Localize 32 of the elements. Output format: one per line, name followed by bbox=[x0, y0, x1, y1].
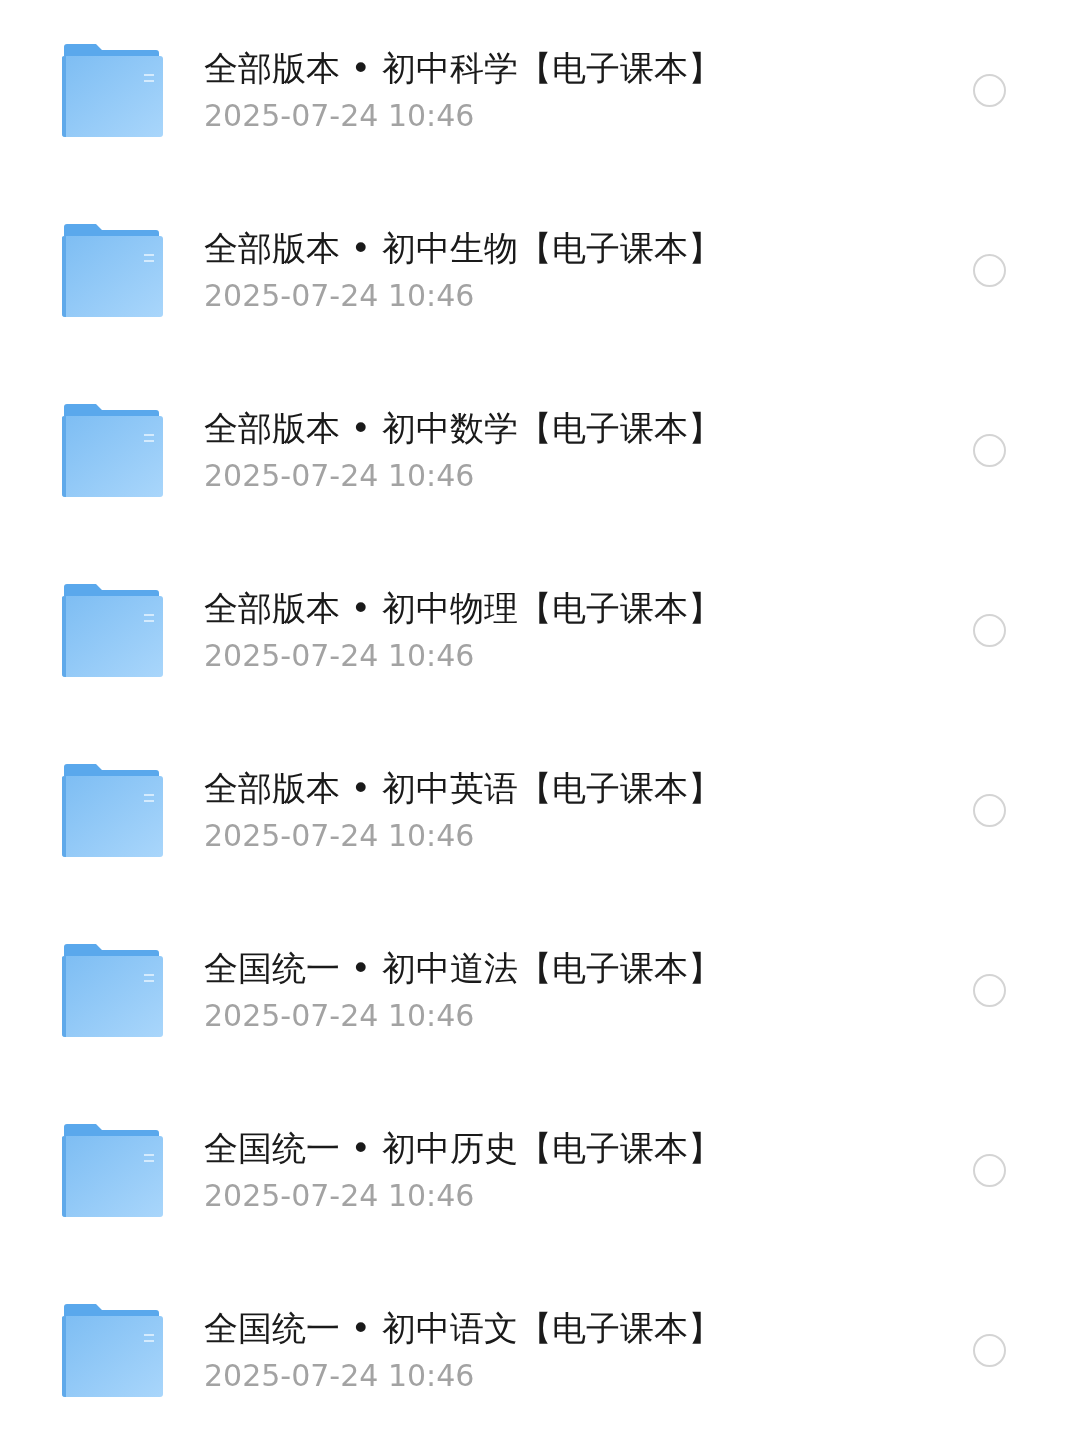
select-radio[interactable] bbox=[973, 973, 1006, 1007]
modified-date: 2025-07-24 10:46 bbox=[204, 818, 476, 854]
folder-icon bbox=[62, 223, 164, 317]
folder-name: 全部版本 • 初中科学【电子课本】 bbox=[204, 47, 723, 90]
select-radio[interactable] bbox=[973, 793, 1006, 827]
select-radio[interactable] bbox=[973, 1333, 1006, 1367]
folder-icon bbox=[62, 403, 164, 497]
folder-icon bbox=[62, 1123, 164, 1217]
folder-icon bbox=[62, 583, 164, 677]
modified-date: 2025-07-24 10:46 bbox=[204, 458, 476, 494]
folder-name: 全部版本 • 初中英语【电子课本】 bbox=[204, 767, 723, 810]
modified-date: 2025-07-24 10:46 bbox=[204, 1178, 476, 1214]
folder-name: 全部版本 • 初中生物【电子课本】 bbox=[204, 227, 723, 270]
modified-date: 2025-07-24 10:46 bbox=[204, 998, 476, 1034]
select-radio[interactable] bbox=[973, 1153, 1006, 1187]
folder-name: 全部版本 • 初中物理【电子课本】 bbox=[204, 587, 723, 630]
folder-name: 全国统一 • 初中历史【电子课本】 bbox=[204, 1127, 723, 1170]
select-radio[interactable] bbox=[973, 433, 1006, 467]
folder-name: 全国统一 • 初中语文【电子课本】 bbox=[204, 1307, 723, 1350]
folder-name: 全部版本 • 初中数学【电子课本】 bbox=[204, 407, 723, 450]
folder-icon bbox=[62, 1303, 164, 1397]
folder-name: 全国统一 • 初中道法【电子课本】 bbox=[204, 947, 723, 990]
folder-icon bbox=[62, 43, 164, 137]
folder-icon bbox=[62, 943, 164, 1037]
modified-date: 2025-07-24 10:46 bbox=[204, 278, 476, 314]
modified-date: 2025-07-24 10:46 bbox=[204, 98, 476, 134]
folder-icon bbox=[62, 763, 164, 857]
select-radio[interactable] bbox=[973, 73, 1006, 107]
select-radio[interactable] bbox=[973, 613, 1006, 647]
modified-date: 2025-07-24 10:46 bbox=[204, 638, 476, 674]
select-radio[interactable] bbox=[973, 253, 1006, 287]
modified-date: 2025-07-24 10:46 bbox=[204, 1358, 476, 1394]
